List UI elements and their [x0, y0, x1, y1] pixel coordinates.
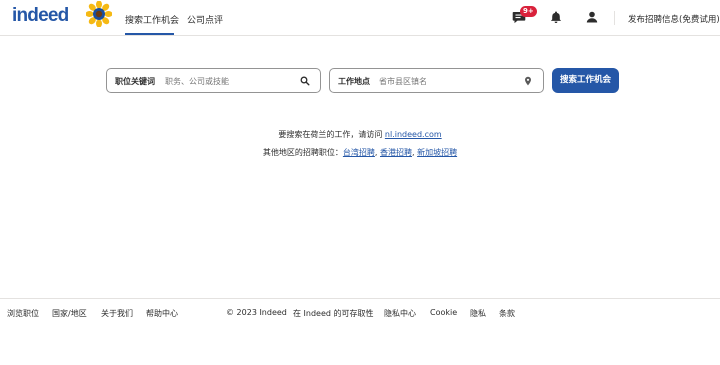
- active-tab-indicator: [125, 33, 174, 35]
- redirect-text: 要搜索在荷兰的工作，请访问: [278, 130, 383, 139]
- what-search-field[interactable]: 职位关键词: [106, 68, 321, 93]
- nav-find-jobs[interactable]: 搜索工作机会: [125, 13, 179, 26]
- where-field-label: 工作地点: [338, 77, 370, 86]
- other-regions-text: 其他地区的招聘职位：: [262, 148, 343, 157]
- sunflower-icon: [86, 1, 112, 27]
- site-header: indeed 搜索工作机会 公司点评 9+ 发布招聘信息(免费试用): [0, 0, 720, 36]
- indeed-logo[interactable]: indeed: [12, 5, 69, 27]
- footer-privacy-center[interactable]: 隐私中心: [384, 308, 416, 319]
- where-search-input[interactable]: [379, 74, 519, 88]
- footer-browse-jobs[interactable]: 浏览职位: [7, 308, 39, 319]
- post-job-link[interactable]: 发布招聘信息(免费试用): [628, 13, 720, 25]
- footer-countries[interactable]: 国家/地区: [52, 308, 87, 319]
- footer-cookie[interactable]: Cookie: [430, 308, 457, 317]
- singapore-jobs-link[interactable]: 新加坡招聘: [417, 148, 457, 157]
- notifications-bell-icon[interactable]: [549, 10, 563, 24]
- header-divider: [614, 11, 615, 25]
- where-search-field[interactable]: 工作地点: [329, 68, 544, 93]
- location-pin-icon: [525, 76, 531, 86]
- footer-copyright: © 2023 Indeed: [226, 308, 287, 317]
- footer-accessibility[interactable]: 在 Indeed 的可存取性: [293, 308, 374, 319]
- find-jobs-button[interactable]: 搜索工作机会: [552, 68, 619, 93]
- hongkong-jobs-link[interactable]: 香港招聘: [380, 148, 412, 157]
- what-search-input[interactable]: [165, 74, 295, 88]
- nl-indeed-link[interactable]: nl.indeed.com: [385, 130, 442, 139]
- footer-help-center[interactable]: 帮助中心: [146, 308, 178, 319]
- taiwan-jobs-link[interactable]: 台湾招聘: [343, 148, 375, 157]
- search-icon: [300, 76, 310, 86]
- footer-privacy[interactable]: 隐私: [470, 308, 486, 319]
- footer-terms[interactable]: 条款: [499, 308, 515, 319]
- what-field-label: 职位关键词: [115, 77, 155, 86]
- nav-company-reviews[interactable]: 公司点评: [187, 13, 223, 26]
- footer-about[interactable]: 关于我们: [101, 308, 133, 319]
- country-redirect-notice: 要搜索在荷兰的工作，请访问 nl.indeed.com: [0, 129, 720, 140]
- user-account-icon[interactable]: [585, 10, 599, 24]
- messages-badge: 9+: [520, 6, 537, 17]
- site-footer: 浏览职位 国家/地区 关于我们 帮助中心 © 2023 Indeed 在 Ind…: [0, 298, 720, 365]
- other-regions-notice: 其他地区的招聘职位：台湾招聘, 香港招聘, 新加坡招聘: [0, 147, 720, 158]
